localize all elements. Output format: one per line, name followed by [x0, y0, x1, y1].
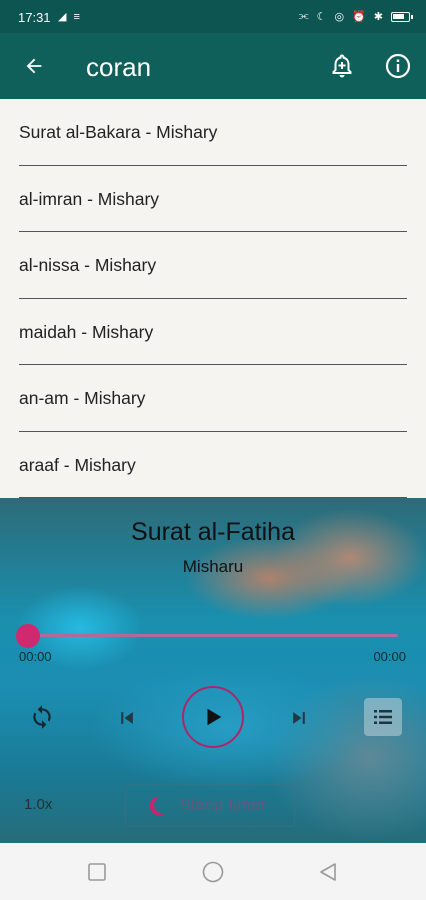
- next-button[interactable]: [285, 704, 313, 732]
- info-icon: [385, 53, 411, 79]
- info-button[interactable]: [384, 52, 412, 80]
- bell-add-icon: [332, 54, 352, 78]
- duration: 00:00: [373, 649, 406, 664]
- skip-previous-icon: [121, 712, 133, 724]
- system-nav-bar: [0, 843, 426, 900]
- list-item-label: al-nissa - Mishary: [19, 255, 157, 275]
- audio-player: Surat al-Fatiha Misharu 00:00 00:00 1.0x: [0, 498, 426, 843]
- list-item-label: araaf - Mishary: [19, 454, 136, 475]
- list-item[interactable]: Surat al-Bakara - Mishary: [19, 99, 407, 166]
- play-icon: [207, 708, 222, 726]
- list-item[interactable]: al-nissa - Mishary: [19, 232, 407, 299]
- playlist: Surat al-Bakara - Mishary al-imran - Mis…: [0, 99, 426, 498]
- list-item[interactable]: an-am - Mishary: [19, 365, 407, 432]
- list-item-label: maidah - Mishary: [19, 321, 154, 342]
- playlist-button[interactable]: [364, 698, 402, 736]
- list-item-label: Surat al-Bakara - Mishary: [19, 122, 218, 142]
- signal-wifi-icons: ◢ ≡: [58, 11, 82, 23]
- alarm-icon: ⏰: [352, 11, 369, 23]
- back-button[interactable]: [18, 50, 50, 82]
- playlist-icon: [374, 710, 392, 724]
- location-icon: ◎: [334, 11, 348, 23]
- recents-square-icon: [88, 863, 106, 881]
- list-item[interactable]: maidah - Mishary: [19, 299, 407, 365]
- play-button[interactable]: [182, 686, 244, 748]
- list-item[interactable]: al-imran - Mishary: [19, 166, 407, 232]
- playback-speed[interactable]: 1.0x: [24, 796, 52, 813]
- recents-button[interactable]: [85, 860, 109, 884]
- list-item[interactable]: araaf - Mishary: [19, 432, 407, 498]
- status-bar: 17:31 ◢ ≡ ⫘ ☾ ◎ ⏰ ✱: [0, 0, 426, 33]
- moon-icon: ☾: [316, 11, 330, 23]
- moon-icon: [146, 795, 168, 817]
- status-time: 17:31: [18, 10, 51, 25]
- battery-icon: [391, 11, 413, 22]
- track-artist: Misharu: [182, 557, 244, 576]
- skip-next-icon: [293, 712, 305, 724]
- list-item-label: an-am - Mishary: [19, 388, 146, 408]
- sleep-timer-button[interactable]: Sleep timer: [125, 784, 295, 827]
- list-item-label: al-imran - Mishary: [19, 188, 160, 209]
- add-notification-button[interactable]: [328, 52, 356, 80]
- back-triangle-icon: [320, 863, 336, 881]
- track-title: Surat al-Fatiha: [131, 518, 295, 546]
- system-back-button[interactable]: [316, 860, 340, 884]
- home-button[interactable]: [201, 860, 225, 884]
- sleep-timer-label: Sleep timer: [180, 796, 267, 814]
- seek-bar[interactable]: [28, 634, 398, 637]
- previous-button[interactable]: [113, 704, 141, 732]
- repeat-button[interactable]: [26, 701, 58, 733]
- repeat-icon: [33, 705, 51, 729]
- home-circle-icon: [202, 861, 224, 883]
- back-arrow-icon: [26, 58, 42, 74]
- seek-thumb[interactable]: [16, 624, 40, 648]
- app-bar: coran: [0, 33, 426, 99]
- page-title: coran: [86, 52, 152, 82]
- current-time: 00:00: [19, 649, 52, 664]
- status-right-icons: ⫘ ☾ ◎ ⏰ ✱: [298, 10, 413, 23]
- vibrate-icon: ⫘: [298, 10, 312, 22]
- bluetooth-icon: ✱: [373, 11, 386, 23]
